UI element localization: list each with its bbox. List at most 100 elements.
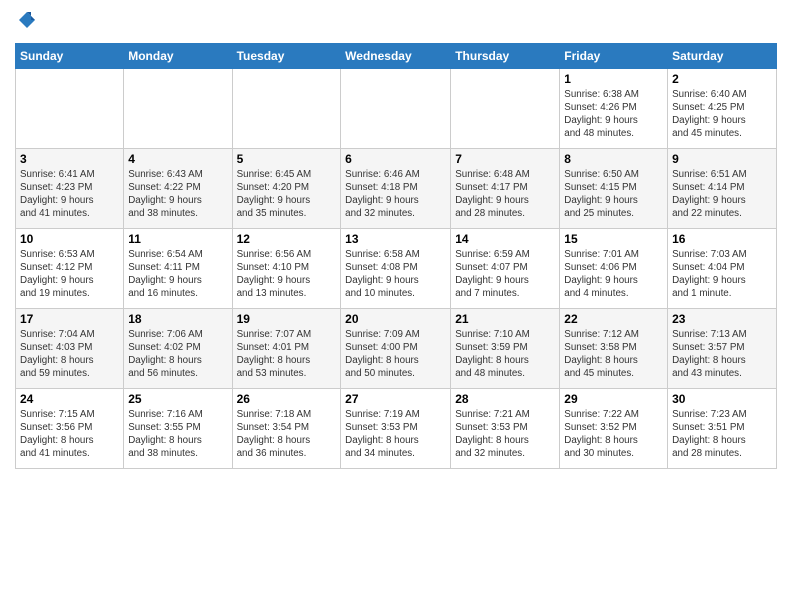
page-container: SundayMondayTuesdayWednesdayThursdayFrid… [0, 0, 792, 474]
day-number: 22 [564, 312, 663, 326]
day-info: Sunrise: 7:09 AMSunset: 4:00 PMDaylight:… [345, 328, 446, 381]
day-number: 28 [455, 392, 555, 406]
calendar-cell: 2 Sunrise: 6:40 AMSunset: 4:25 PMDaylight… [668, 68, 777, 148]
calendar-cell: 1Sunrise: 6:38 AMSunset: 4:26 PMDaylight… [560, 68, 668, 148]
day-number: 20 [345, 312, 446, 326]
day-number: 12 [237, 232, 337, 246]
calendar-cell: 13Sunrise: 6:58 AMSunset: 4:08 PMDayligh… [341, 228, 451, 308]
calendar-cell: 23 Sunrise: 7:13 AMSunset: 3:57 PMDayligh… [668, 308, 777, 388]
day-number: 4 [128, 152, 227, 166]
day-number: 10 [20, 232, 119, 246]
calendar-week-5: 24 Sunrise: 7:15 AMSunset: 3:56 PMDayligh… [16, 388, 777, 468]
day-info: Sunrise: 6:59 AMSunset: 4:07 PMDaylight:… [455, 248, 555, 301]
calendar-cell [16, 68, 124, 148]
day-info: Sunrise: 7:04 AMSunset: 4:03 PMDaylight:… [20, 328, 119, 381]
day-info: Sunrise: 6:38 AMSunset: 4:26 PMDaylight:… [564, 88, 663, 141]
calendar-cell: 26 Sunrise: 7:18 AMSunset: 3:54 PMDayligh… [232, 388, 341, 468]
day-info: Sunrise: 6:50 AMSunset: 4:15 PMDaylight:… [564, 168, 663, 221]
day-info: Sunrise: 7:18 AMSunset: 3:54 PMDaylight:… [237, 408, 337, 461]
day-info: Sunrise: 7:07 AMSunset: 4:01 PMDaylight:… [237, 328, 337, 381]
calendar-week-1: 1Sunrise: 6:38 AMSunset: 4:26 PMDaylight… [16, 68, 777, 148]
calendar-header: SundayMondayTuesdayWednesdayThursdayFrid… [16, 43, 777, 68]
calendar-cell: 11 Sunrise: 6:54 AMSunset: 4:11 PMDayligh… [124, 228, 232, 308]
day-number: 6 [345, 152, 446, 166]
day-number: 25 [128, 392, 227, 406]
day-number: 8 [564, 152, 663, 166]
day-info: Sunrise: 7:01 AMSunset: 4:06 PMDaylight:… [564, 248, 663, 301]
calendar-cell: 7 Sunrise: 6:48 AMSunset: 4:17 PMDaylight… [451, 148, 560, 228]
logo-icon [17, 10, 37, 30]
day-number: 24 [20, 392, 119, 406]
day-info: Sunrise: 6:53 AMSunset: 4:12 PMDaylight:… [20, 248, 119, 301]
calendar-cell: 5Sunrise: 6:45 AMSunset: 4:20 PMDaylight… [232, 148, 341, 228]
calendar-cell: 8 Sunrise: 6:50 AMSunset: 4:15 PMDaylight… [560, 148, 668, 228]
day-number: 15 [564, 232, 663, 246]
day-number: 9 [672, 152, 772, 166]
calendar-body: 1Sunrise: 6:38 AMSunset: 4:26 PMDaylight… [16, 68, 777, 468]
logo-text [15, 10, 37, 35]
day-number: 30 [672, 392, 772, 406]
day-info: Sunrise: 7:06 AMSunset: 4:02 PMDaylight:… [128, 328, 227, 381]
day-number: 14 [455, 232, 555, 246]
calendar-cell: 16 Sunrise: 7:03 AMSunset: 4:04 PMDayligh… [668, 228, 777, 308]
day-info: Sunrise: 6:45 AMSunset: 4:20 PMDaylight:… [237, 168, 337, 221]
day-info: Sunrise: 7:15 AMSunset: 3:56 PMDaylight:… [20, 408, 119, 461]
calendar-cell: 6Sunrise: 6:46 AMSunset: 4:18 PMDaylight… [341, 148, 451, 228]
page-header [15, 10, 777, 35]
calendar-cell: 12 Sunrise: 6:56 AMSunset: 4:10 PMDayligh… [232, 228, 341, 308]
day-number: 27 [345, 392, 446, 406]
calendar-cell: 3Sunrise: 6:41 AMSunset: 4:23 PMDaylight… [16, 148, 124, 228]
logo [15, 10, 37, 35]
day-number: 16 [672, 232, 772, 246]
day-info: Sunrise: 6:56 AMSunset: 4:10 PMDaylight:… [237, 248, 337, 301]
calendar-cell: 24 Sunrise: 7:15 AMSunset: 3:56 PMDayligh… [16, 388, 124, 468]
day-number: 19 [237, 312, 337, 326]
calendar-week-3: 10 Sunrise: 6:53 AMSunset: 4:12 PMDayligh… [16, 228, 777, 308]
weekday-header-monday: Monday [124, 43, 232, 68]
day-info: Sunrise: 6:54 AMSunset: 4:11 PMDaylight:… [128, 248, 227, 301]
day-number: 29 [564, 392, 663, 406]
calendar-cell: 21 Sunrise: 7:10 AMSunset: 3:59 PMDayligh… [451, 308, 560, 388]
day-info: Sunrise: 6:48 AMSunset: 4:17 PMDaylight:… [455, 168, 555, 221]
day-info: Sunrise: 7:03 AMSunset: 4:04 PMDaylight:… [672, 248, 772, 301]
weekday-header-friday: Friday [560, 43, 668, 68]
day-number: 11 [128, 232, 227, 246]
calendar-cell: 9 Sunrise: 6:51 AMSunset: 4:14 PMDaylight… [668, 148, 777, 228]
day-info: Sunrise: 6:51 AMSunset: 4:14 PMDaylight:… [672, 168, 772, 221]
day-number: 23 [672, 312, 772, 326]
day-number: 18 [128, 312, 227, 326]
calendar-table: SundayMondayTuesdayWednesdayThursdayFrid… [15, 43, 777, 469]
day-number: 7 [455, 152, 555, 166]
day-info: Sunrise: 7:12 AMSunset: 3:58 PMDaylight:… [564, 328, 663, 381]
day-number: 26 [237, 392, 337, 406]
calendar-cell: 22 Sunrise: 7:12 AMSunset: 3:58 PMDayligh… [560, 308, 668, 388]
day-info: Sunrise: 6:58 AMSunset: 4:08 PMDaylight:… [345, 248, 446, 301]
day-info: Sunrise: 7:13 AMSunset: 3:57 PMDaylight:… [672, 328, 772, 381]
day-number: 21 [455, 312, 555, 326]
day-info: Sunrise: 7:21 AMSunset: 3:53 PMDaylight:… [455, 408, 555, 461]
calendar-cell [124, 68, 232, 148]
calendar-week-4: 17Sunrise: 7:04 AMSunset: 4:03 PMDayligh… [16, 308, 777, 388]
day-info: Sunrise: 7:23 AMSunset: 3:51 PMDaylight:… [672, 408, 772, 461]
calendar-cell: 28 Sunrise: 7:21 AMSunset: 3:53 PMDayligh… [451, 388, 560, 468]
weekday-header-tuesday: Tuesday [232, 43, 341, 68]
calendar-cell [341, 68, 451, 148]
calendar-cell [232, 68, 341, 148]
day-info: Sunrise: 7:22 AMSunset: 3:52 PMDaylight:… [564, 408, 663, 461]
day-info: Sunrise: 6:40 AMSunset: 4:25 PMDaylight:… [672, 88, 772, 141]
day-info: Sunrise: 6:41 AMSunset: 4:23 PMDaylight:… [20, 168, 119, 221]
day-number: 2 [672, 72, 772, 86]
day-info: Sunrise: 6:43 AMSunset: 4:22 PMDaylight:… [128, 168, 227, 221]
calendar-cell: 15 Sunrise: 7:01 AMSunset: 4:06 PMDayligh… [560, 228, 668, 308]
calendar-cell: 30 Sunrise: 7:23 AMSunset: 3:51 PMDayligh… [668, 388, 777, 468]
day-info: Sunrise: 7:16 AMSunset: 3:55 PMDaylight:… [128, 408, 227, 461]
calendar-cell: 19 Sunrise: 7:07 AMSunset: 4:01 PMDayligh… [232, 308, 341, 388]
calendar-cell: 17Sunrise: 7:04 AMSunset: 4:03 PMDayligh… [16, 308, 124, 388]
weekday-header-saturday: Saturday [668, 43, 777, 68]
weekday-header-wednesday: Wednesday [341, 43, 451, 68]
calendar-cell: 29 Sunrise: 7:22 AMSunset: 3:52 PMDayligh… [560, 388, 668, 468]
calendar-week-2: 3Sunrise: 6:41 AMSunset: 4:23 PMDaylight… [16, 148, 777, 228]
weekday-header-row: SundayMondayTuesdayWednesdayThursdayFrid… [16, 43, 777, 68]
weekday-header-thursday: Thursday [451, 43, 560, 68]
day-info: Sunrise: 7:10 AMSunset: 3:59 PMDaylight:… [455, 328, 555, 381]
